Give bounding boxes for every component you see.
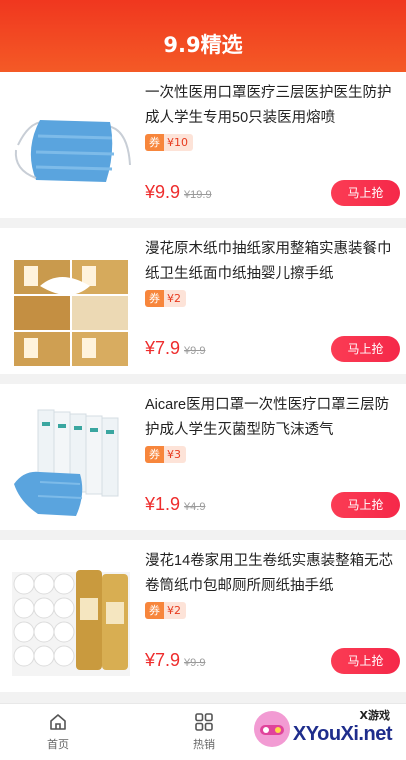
coupon-label: 券 xyxy=(145,134,164,151)
coupon-label: 券 xyxy=(145,290,164,307)
price-row: ¥7.9 ¥9.9 xyxy=(145,650,205,671)
current-price: ¥7.9 xyxy=(145,650,181,670)
mask-packs-image xyxy=(10,402,132,524)
coupon-badge: 券 ¥10 xyxy=(145,134,193,151)
original-price: ¥19.9 xyxy=(184,189,212,201)
price-row: ¥1.9 ¥4.9 xyxy=(145,494,205,515)
tab-hot-label: 热销 xyxy=(193,738,215,751)
product-title: Aicare医用口罩一次性医疗口罩三层防护成人学生灭菌型防飞沫透气 xyxy=(145,397,390,438)
tab-home-label: 首页 xyxy=(47,738,69,751)
buy-now-button[interactable]: 马上抢 xyxy=(331,180,400,206)
product-title: 漫花14卷家用卫生卷纸实惠装整箱无芯卷筒纸巾包邮厕所厕纸抽手纸 xyxy=(145,553,394,594)
current-price: ¥1.9 xyxy=(145,494,181,514)
original-price: ¥4.9 xyxy=(184,501,206,513)
product-card[interactable]: Aicare医用口罩一次性医疗口罩三层防护成人学生灭菌型防飞沫透气 券 ¥3 ¥… xyxy=(0,384,406,530)
tab-home[interactable]: 首页 xyxy=(28,712,88,752)
coupon-label: 券 xyxy=(145,446,164,463)
product-card[interactable]: 一次性医用口罩医疗三层医护医生防护成人学生专用50只装医用熔喷 券 ¥10 ¥9… xyxy=(0,72,406,218)
original-price: ¥9.9 xyxy=(184,345,206,357)
coupon-badge: 券 ¥2 xyxy=(145,290,186,307)
grid-icon xyxy=(195,713,213,731)
tab-hot-sale[interactable]: 热销 xyxy=(174,712,234,752)
coupon-badge: 券 ¥2 xyxy=(145,602,186,619)
product-title: 漫花原木纸巾抽纸家用整箱实惠装餐巾纸卫生纸面巾纸抽婴儿擦手纸 xyxy=(145,241,392,282)
original-price: ¥9.9 xyxy=(184,657,206,669)
toilet-roll-image xyxy=(10,558,132,680)
coupon-amount: ¥2 xyxy=(167,292,181,305)
watermark-brand-text: XYouXi.net xyxy=(292,723,393,745)
watermark: X游戏 XYouXi.net xyxy=(238,703,398,760)
buy-now-button[interactable]: 马上抢 xyxy=(331,648,400,674)
tissue-box-image xyxy=(10,246,132,368)
face-mask-image xyxy=(10,90,132,212)
gamepad-logo-icon xyxy=(254,711,290,747)
price-row: ¥9.9 ¥19.9 xyxy=(145,182,212,203)
coupon-badge: 券 ¥3 xyxy=(145,446,186,463)
coupon-amount: ¥10 xyxy=(167,136,188,149)
home-icon xyxy=(50,714,66,730)
page-title: 9.9精选 xyxy=(163,33,243,57)
product-card[interactable]: 漫花原木纸巾抽纸家用整箱实惠装餐巾纸卫生纸面巾纸抽婴儿擦手纸 券 ¥2 ¥7.9… xyxy=(0,228,406,374)
watermark-small-text: X游戏 xyxy=(359,709,390,722)
product-title: 一次性医用口罩医疗三层医护医生防护成人学生专用50只装医用熔喷 xyxy=(145,85,392,126)
buy-now-button[interactable]: 马上抢 xyxy=(331,336,400,362)
header-bar: 9.9精选 xyxy=(0,0,406,72)
coupon-amount: ¥2 xyxy=(167,604,181,617)
product-card[interactable]: 漫花14卷家用卫生卷纸实惠装整箱无芯卷筒纸巾包邮厕所厕纸抽手纸 券 ¥2 ¥7.… xyxy=(0,540,406,692)
coupon-amount: ¥3 xyxy=(167,448,181,461)
price-row: ¥7.9 ¥9.9 xyxy=(145,338,205,359)
current-price: ¥7.9 xyxy=(145,338,181,358)
coupon-label: 券 xyxy=(145,602,164,619)
buy-now-button[interactable]: 马上抢 xyxy=(331,492,400,518)
current-price: ¥9.9 xyxy=(145,182,181,202)
